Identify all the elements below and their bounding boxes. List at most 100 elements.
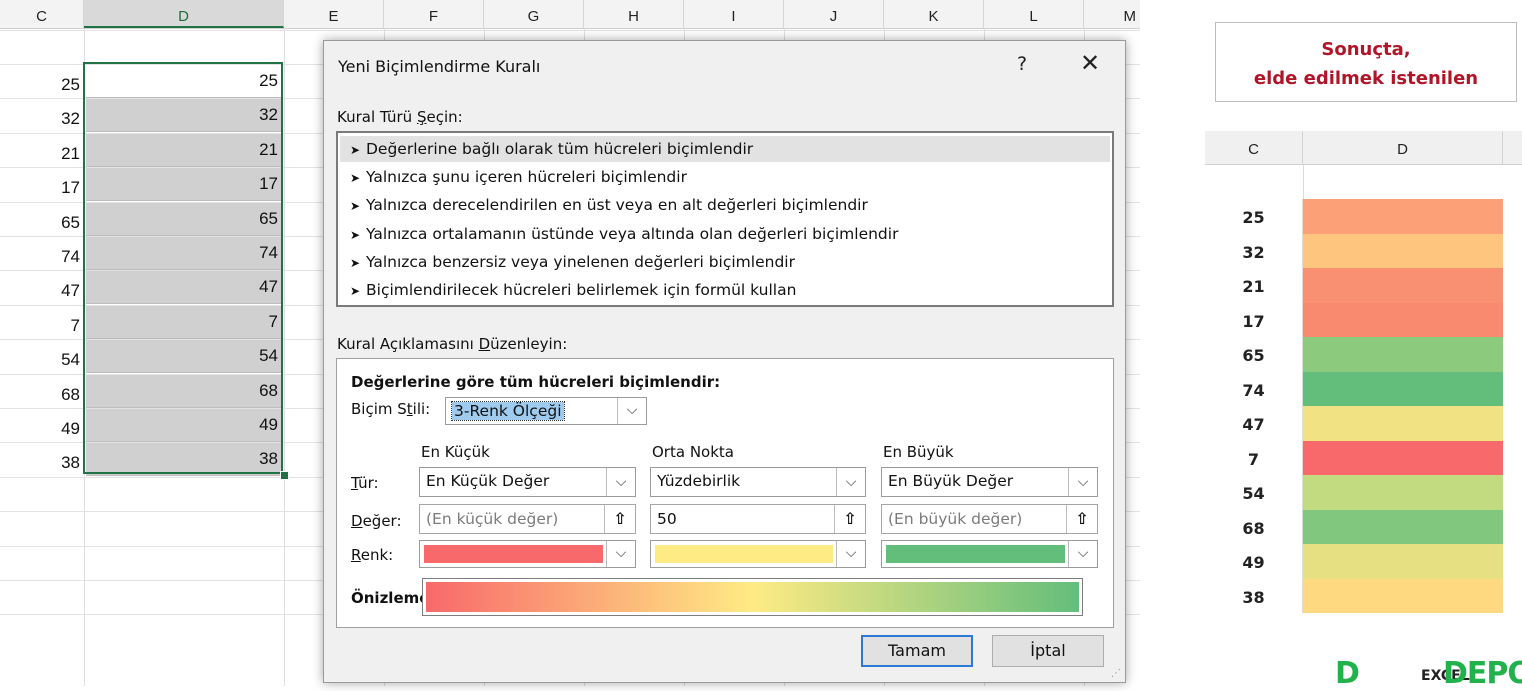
chevron-down-icon: ⌵: [836, 541, 865, 567]
max-color-picker[interactable]: ⌵: [881, 540, 1098, 568]
result-cell-d: [1303, 440, 1503, 475]
result-cell-c: 68: [1205, 509, 1303, 544]
rule-type-list[interactable]: ➤ Değerlerine bağlı olarak tüm hücreleri …: [336, 131, 1114, 307]
column-header-c[interactable]: C: [0, 0, 84, 28]
cell-c[interactable]: 38: [0, 453, 80, 473]
rule-type-item[interactable]: ➤ Yalnızca derecelendirilen en üst veya e…: [340, 192, 1110, 218]
chevron-down-icon: ⌵: [606, 468, 635, 496]
arrow-bullet-icon: ➤: [350, 199, 361, 214]
result-cell-d: [1303, 406, 1503, 441]
cell-c[interactable]: 17: [0, 178, 80, 198]
min-color-picker[interactable]: ⌵: [419, 540, 636, 568]
result-cell-d: [1303, 337, 1503, 372]
result-cell-d: [1303, 544, 1503, 579]
chevron-down-icon: ⌵: [1068, 468, 1097, 496]
max-type-dropdown[interactable]: En Büyük Değer ⌵: [881, 467, 1098, 497]
rule-type-label: Biçimlendirilecek hücreleri belirlemek i…: [366, 281, 797, 299]
result-row: 17: [1205, 302, 1522, 337]
column-header-g[interactable]: G: [484, 0, 584, 28]
result-cell-c: 38: [1205, 578, 1303, 613]
help-button[interactable]: ?: [1012, 53, 1032, 75]
color-scale-preview: [422, 578, 1083, 616]
max-type-value: En Büyük Değer: [888, 472, 1014, 490]
chevron-down-icon: ⌵: [836, 468, 865, 496]
dialog-title: Yeni Biçimlendirme Kuralı: [338, 57, 541, 76]
column-header-e[interactable]: E: [284, 0, 384, 28]
max-color-swatch: [886, 545, 1065, 563]
resize-grip-icon[interactable]: ⋰: [1111, 668, 1121, 679]
result-cell-c: 74: [1205, 371, 1303, 406]
format-style-dropdown[interactable]: 3-Renk Ölçeği ⌵: [445, 397, 647, 425]
result-cell-c: 65: [1205, 337, 1303, 372]
range-select-up-icon[interactable]: ⇧: [1066, 505, 1097, 533]
result-row: 74: [1205, 371, 1522, 406]
column-header-i[interactable]: I: [684, 0, 784, 28]
result-cell-d: [1303, 233, 1503, 268]
column-header-j[interactable]: J: [784, 0, 884, 28]
cell-c[interactable]: 74: [0, 247, 80, 267]
column-header-m[interactable]: M: [1084, 0, 1140, 28]
range-select-up-icon[interactable]: ⇧: [834, 505, 865, 533]
range-select-up-icon[interactable]: ⇧: [604, 505, 635, 533]
fill-handle[interactable]: [280, 471, 289, 480]
mid-type-dropdown[interactable]: Yüzdebirlik ⌵: [650, 467, 866, 497]
mid-color-picker[interactable]: ⌵: [650, 540, 866, 568]
result-cell-d: [1303, 509, 1503, 544]
gridline-vertical: [284, 28, 285, 686]
column-header-h[interactable]: H: [584, 0, 684, 28]
result-row: 25: [1205, 199, 1522, 234]
min-type-dropdown[interactable]: En Küçük Değer ⌵: [419, 467, 636, 497]
selection-range[interactable]: [83, 62, 283, 474]
ok-button[interactable]: Tamam: [861, 635, 973, 667]
rule-type-item[interactable]: ➤ Değerlerine bağlı olarak tüm hücreleri …: [340, 136, 1110, 162]
new-formatting-rule-dialog: Yeni Biçimlendirme Kuralı ? ✕ Kural Türü…: [323, 40, 1126, 683]
result-sheet: C D 25 32 21 17 65 74 47 7 54 68 49 38: [1205, 131, 1522, 621]
cell-c[interactable]: 25: [0, 75, 80, 95]
format-style-value: 3-Renk Ölçeği: [451, 401, 565, 421]
rule-type-label: Yalnızca benzersiz veya yinelenen değerl…: [366, 252, 795, 271]
rule-type-item[interactable]: ➤ Yalnızca ortalamanın üstünde veya altın…: [340, 221, 1110, 247]
color-row-label: Renk:: [351, 546, 394, 564]
min-value-input[interactable]: (En küçük değer) ⇧: [419, 504, 636, 534]
rule-type-item[interactable]: ➤ Yalnızca şunu içeren hücreleri biçimlen…: [340, 164, 1110, 190]
cell-c[interactable]: 68: [0, 385, 80, 405]
cell-c[interactable]: 7: [0, 316, 80, 336]
result-column-header-d: D: [1303, 131, 1503, 164]
description-heading: Değerlerine göre tüm hücreleri biçimlend…: [351, 373, 721, 391]
result-cell-d: [1303, 268, 1503, 303]
cell-c[interactable]: 47: [0, 281, 80, 301]
rule-type-item[interactable]: ➤ Yalnızca benzersiz veya yinelenen değer…: [340, 249, 1110, 275]
result-cell-d: [1303, 371, 1503, 406]
result-row: 68: [1205, 509, 1522, 544]
cell-c[interactable]: 65: [0, 213, 80, 233]
max-column-header: En Büyük: [883, 443, 954, 461]
result-cell-c: 21: [1205, 268, 1303, 303]
cell-c[interactable]: 49: [0, 419, 80, 439]
rule-type-item[interactable]: ➤ Biçimlendirilecek hücreleri belirlemek …: [340, 277, 1110, 303]
mid-column-header: Orta Nokta: [652, 443, 734, 461]
rule-type-label: Yalnızca derecelendirilen en üst veya en…: [366, 196, 868, 215]
rule-type-label: Yalnızca şunu içeren hücreleri biçimlend…: [366, 168, 687, 187]
value-row-label: Değer:: [351, 512, 402, 530]
column-header-bar: C D E F G H I J K L M: [0, 0, 1140, 29]
result-cell-c: 54: [1205, 475, 1303, 510]
arrow-bullet-icon: ➤: [350, 284, 361, 298]
result-cell-c: 49: [1205, 544, 1303, 579]
mid-type-value: Yüzdebirlik: [657, 472, 741, 490]
max-value-input[interactable]: (En büyük değer) ⇧: [881, 504, 1098, 534]
cell-c[interactable]: 54: [0, 350, 80, 370]
min-color-swatch: [424, 545, 603, 563]
close-button[interactable]: ✕: [1076, 49, 1104, 77]
column-header-f[interactable]: F: [384, 0, 484, 28]
cancel-button[interactable]: İptal: [992, 635, 1104, 667]
column-header-l[interactable]: L: [984, 0, 1084, 28]
mid-value-input[interactable]: 50 ⇧: [650, 504, 866, 534]
cell-c[interactable]: 32: [0, 109, 80, 129]
arrow-bullet-icon: ➤: [350, 255, 361, 270]
column-header-d[interactable]: D: [84, 0, 284, 28]
column-header-k[interactable]: K: [884, 0, 984, 28]
result-cell-d: [1303, 578, 1503, 613]
result-cell-c: 25: [1205, 199, 1303, 234]
rule-description-label: Kural Açıklamasını Düzenleyin:: [337, 335, 568, 353]
cell-c[interactable]: 21: [0, 144, 80, 164]
